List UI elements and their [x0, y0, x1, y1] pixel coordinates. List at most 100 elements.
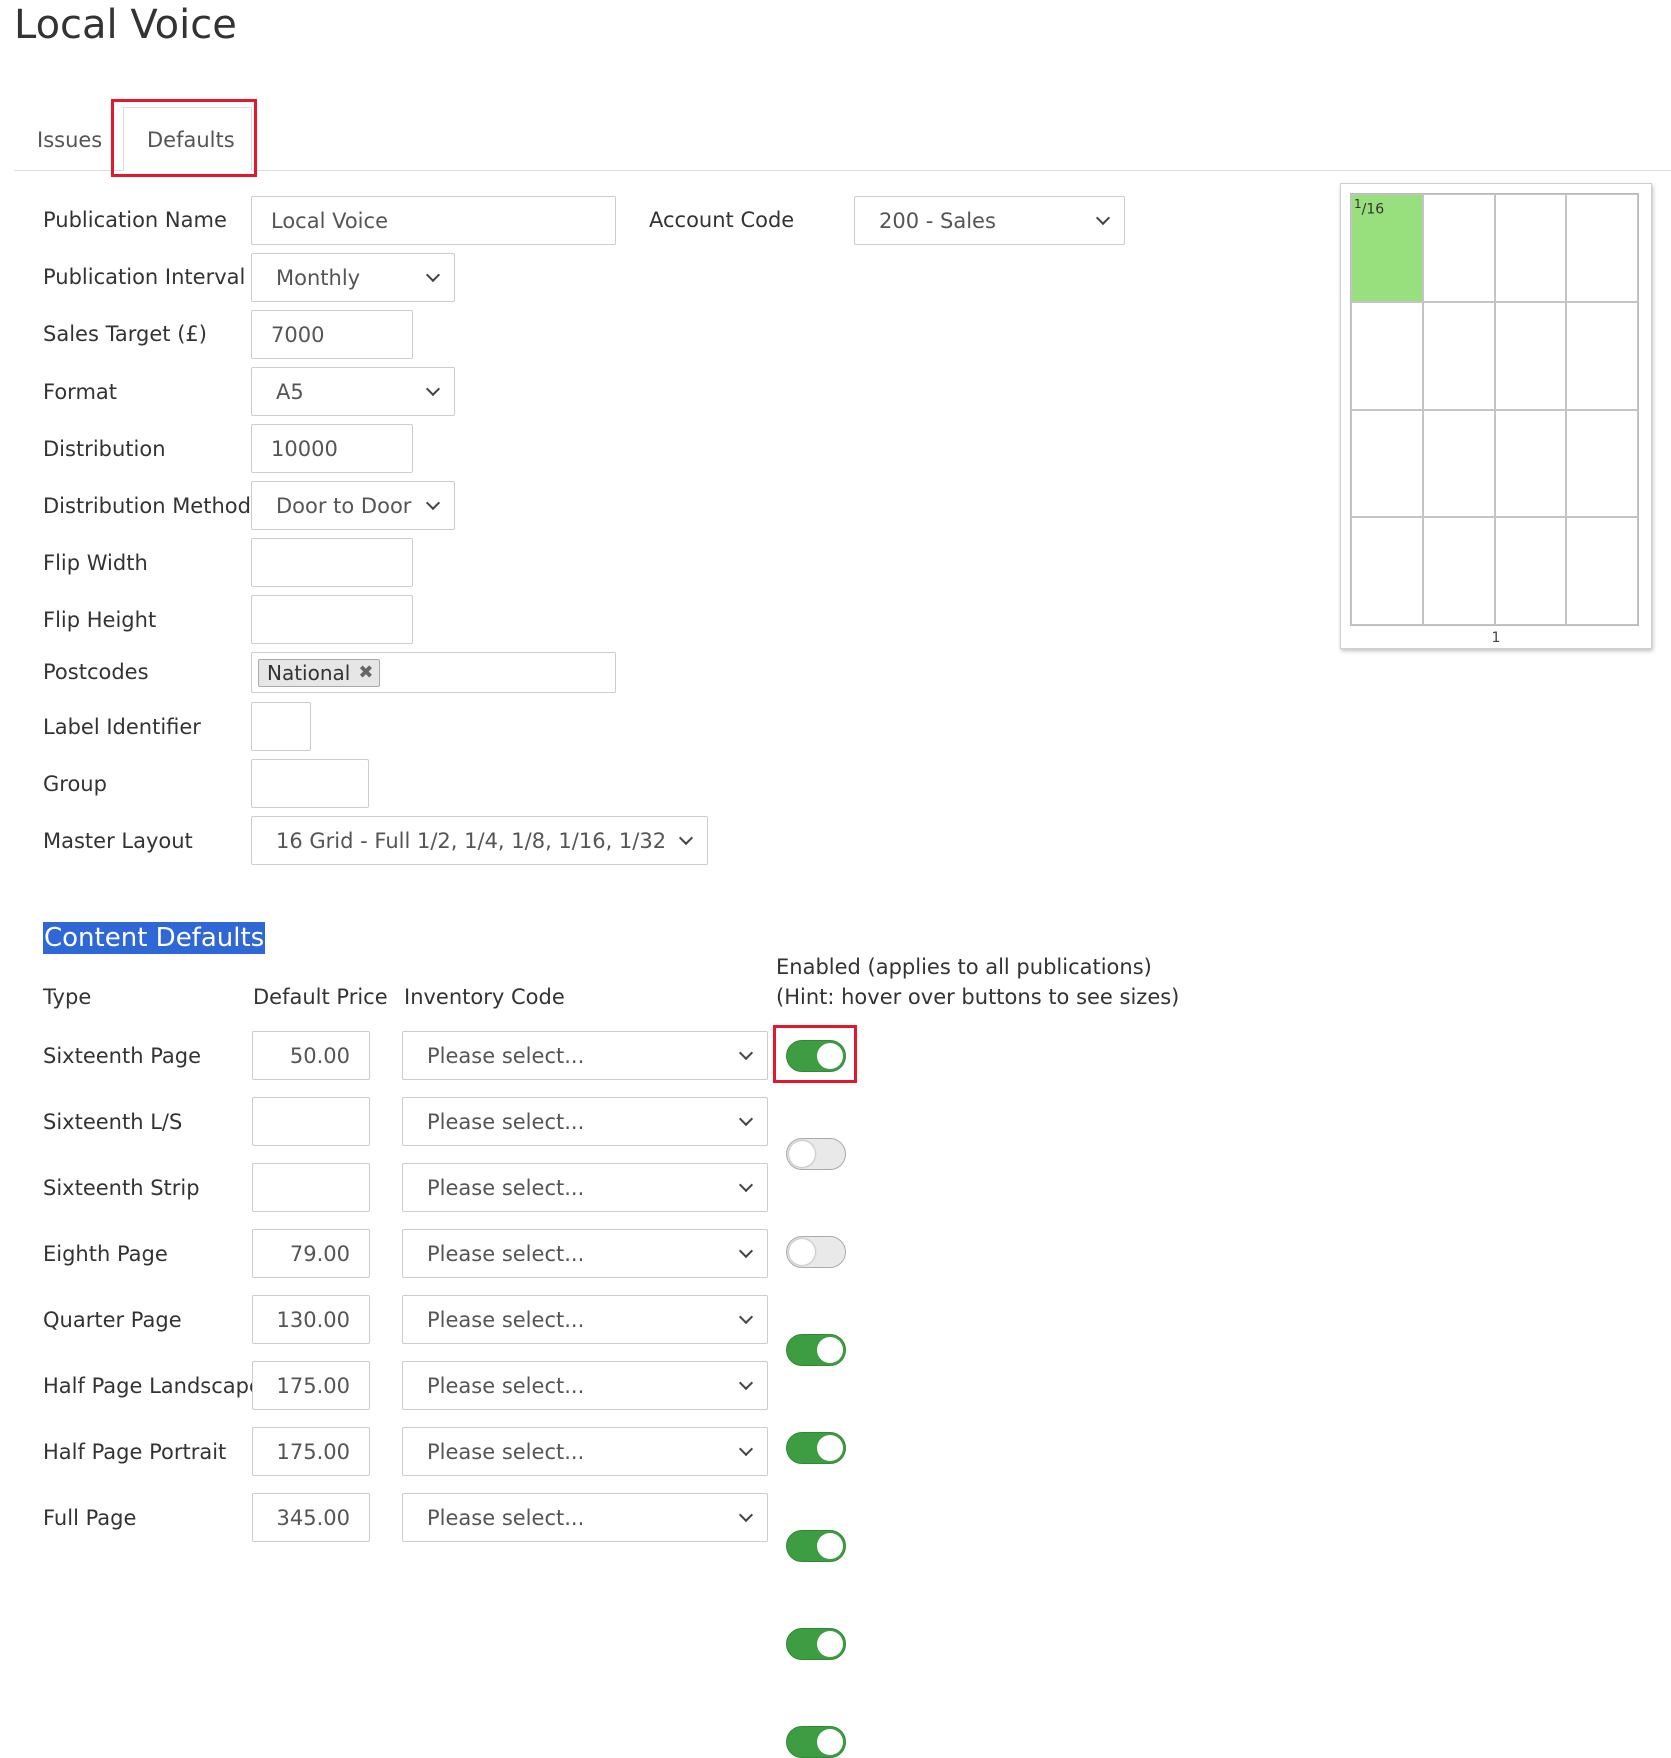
distribution-input[interactable]: 10000 — [251, 424, 413, 473]
inventory-code-select[interactable]: Please select... — [402, 1163, 768, 1212]
sales-target-input[interactable]: 7000 — [251, 310, 413, 359]
inventory-code-select[interactable]: Please select... — [402, 1361, 768, 1410]
fraction-label: 1/16 — [1354, 197, 1385, 218]
default-price-value: 79.00 — [289, 1241, 350, 1266]
toggle-knob — [817, 1631, 843, 1657]
grid-cell[interactable] — [1566, 517, 1638, 625]
chevron-down-icon — [425, 495, 441, 510]
chevron-down-icon — [1095, 210, 1111, 225]
fraction-numerator: 1 — [1354, 197, 1362, 211]
highlight-annotation-defaults-tab — [111, 99, 257, 177]
label-identifier-input[interactable] — [251, 702, 311, 751]
grid-cell[interactable] — [1566, 301, 1638, 410]
enabled-toggle[interactable] — [786, 1628, 846, 1660]
layout-preview-panel: 1/16 1 — [1340, 183, 1652, 649]
grid-cell[interactable] — [1494, 194, 1567, 302]
distribution-method-label: Distribution Method — [43, 494, 251, 518]
default-price-value: 345.00 — [276, 1505, 350, 1530]
default-price-input[interactable]: 130.00 — [252, 1295, 370, 1344]
inventory-code-select[interactable]: Please select... — [402, 1295, 768, 1344]
fraction-denominator: 16 — [1366, 201, 1385, 218]
grid-cell[interactable] — [1351, 517, 1423, 625]
grid-cell[interactable] — [1422, 301, 1495, 410]
grid-cell[interactable] — [1494, 517, 1567, 625]
default-price-value: 130.00 — [276, 1307, 350, 1332]
chevron-down-icon — [738, 1309, 754, 1324]
default-price-input[interactable]: 175.00 — [252, 1427, 370, 1476]
inventory-code-select[interactable]: Please select... — [402, 1097, 768, 1146]
inventory-code-select[interactable]: Please select... — [402, 1493, 768, 1542]
sales-target-label: Sales Target (£) — [43, 322, 207, 346]
tab-issues[interactable]: Issues — [37, 128, 102, 152]
enabled-toggle[interactable] — [786, 1334, 846, 1366]
enabled-toggle[interactable] — [786, 1726, 846, 1758]
default-price-input[interactable] — [252, 1097, 370, 1146]
master-layout-select[interactable]: 16 Grid - Full 1/2, 1/4, 1/8, 1/16, 1/32 — [251, 816, 708, 865]
page-title: Local Voice — [14, 2, 237, 48]
default-price-input[interactable]: 175.00 — [252, 1361, 370, 1410]
toggle-knob — [817, 1533, 843, 1559]
inventory-code-select[interactable]: Please select... — [402, 1229, 768, 1278]
label-identifier-label: Label Identifier — [43, 715, 201, 739]
postcode-tag-label: National — [267, 660, 351, 685]
format-select[interactable]: A5 — [251, 367, 455, 416]
chevron-down-icon — [678, 830, 694, 845]
postcodes-label: Postcodes — [43, 660, 149, 684]
inventory-code-select[interactable]: Please select... — [402, 1427, 768, 1476]
chevron-down-icon — [738, 1177, 754, 1192]
postcodes-input[interactable]: National ✖ — [251, 652, 616, 693]
flip-height-label: Flip Height — [43, 608, 157, 632]
enabled-toggle[interactable] — [786, 1138, 846, 1170]
flip-width-label: Flip Width — [43, 551, 148, 575]
default-price-input[interactable]: 50.00 — [252, 1031, 370, 1080]
close-icon[interactable]: ✖ — [358, 662, 373, 683]
chevron-down-icon — [738, 1441, 754, 1456]
grid-cell-selected[interactable]: 1/16 — [1351, 194, 1423, 302]
enabled-toggle[interactable] — [786, 1530, 846, 1562]
grid-cell[interactable] — [1494, 301, 1567, 410]
chevron-down-icon — [738, 1111, 754, 1126]
chevron-down-icon — [738, 1243, 754, 1258]
group-input[interactable] — [251, 759, 369, 808]
default-price-input[interactable]: 79.00 — [252, 1229, 370, 1278]
content-defaults-heading: Content Defaults — [43, 922, 266, 954]
distribution-label: Distribution — [43, 437, 166, 461]
flip-width-input[interactable] — [251, 538, 413, 587]
grid-cell[interactable] — [1494, 409, 1567, 518]
publication-interval-label: Publication Interval — [43, 265, 246, 289]
distribution-value: 10000 — [271, 436, 338, 461]
account-code-select[interactable]: 200 - Sales — [854, 196, 1125, 245]
content-type-label: Sixteenth Page — [43, 1044, 202, 1068]
publication-interval-select[interactable]: Monthly — [251, 253, 455, 302]
grid-cell[interactable] — [1422, 517, 1495, 625]
content-type-label: Quarter Page — [43, 1308, 182, 1332]
distribution-method-select[interactable]: Door to Door — [251, 481, 455, 530]
grid-cell[interactable] — [1566, 409, 1638, 518]
publication-name-input[interactable]: Local Voice — [251, 196, 616, 245]
content-type-label: Eighth Page — [43, 1242, 168, 1266]
enabled-toggle[interactable] — [786, 1432, 846, 1464]
default-price-value: 50.00 — [289, 1043, 350, 1068]
inventory-code-value: Please select... — [427, 1109, 585, 1134]
default-price-value: 175.00 — [276, 1439, 350, 1464]
chevron-down-icon — [738, 1507, 754, 1522]
enabled-toggle[interactable] — [786, 1236, 846, 1268]
postcode-tag: National ✖ — [258, 658, 381, 687]
inventory-code-value: Please select... — [427, 1307, 585, 1332]
flip-height-input[interactable] — [251, 595, 413, 644]
grid-cell[interactable] — [1422, 409, 1495, 518]
sales-target-value: 7000 — [271, 322, 325, 347]
column-type-header: Type — [43, 985, 92, 1009]
default-price-input[interactable] — [252, 1163, 370, 1212]
grid-cell[interactable] — [1566, 194, 1638, 302]
grid-cell[interactable] — [1351, 409, 1423, 518]
default-price-input[interactable]: 345.00 — [252, 1493, 370, 1542]
grid-cell[interactable] — [1422, 194, 1495, 302]
chevron-down-icon — [738, 1045, 754, 1060]
inventory-code-select[interactable]: Please select... — [402, 1031, 768, 1080]
chevron-down-icon — [425, 267, 441, 282]
inventory-code-value: Please select... — [427, 1241, 585, 1266]
grid-cell[interactable] — [1351, 301, 1423, 410]
toggle-knob — [789, 1141, 815, 1167]
highlight-annotation-toggle — [773, 1025, 857, 1083]
